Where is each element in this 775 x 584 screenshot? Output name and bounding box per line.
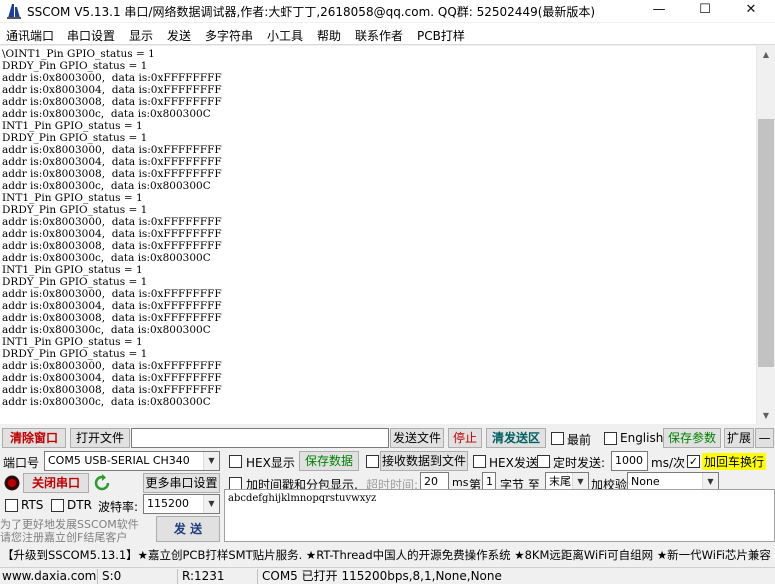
collapse-button[interactable]: — [755, 428, 774, 448]
recv-to-file-checkbox[interactable] [366, 455, 379, 468]
chevron-down-icon[interactable]: ▼ [203, 452, 219, 470]
baud-label: 波特率: [98, 500, 139, 514]
byte-end-value: 末尾 [549, 475, 571, 488]
window-title: SSCOM V5.13.1 串口/网络数据调试器,作者:大虾丁丁,2618058… [27, 5, 596, 19]
menu-pcb-proofing[interactable]: PCB打样 [417, 27, 465, 44]
minimize-button[interactable]: — [636, 0, 682, 22]
timeout-unit: ms [452, 476, 469, 489]
close-button[interactable]: ✕ [728, 0, 774, 22]
promo-line-2: 请您注册嘉立创F结尾客户 [0, 531, 128, 544]
refresh-icon[interactable] [93, 474, 111, 492]
interval-unit: ms/次 [651, 456, 685, 470]
add-crlf-checkbox[interactable]: ✓ [687, 455, 700, 468]
website-link[interactable]: www.daxia.com [0, 569, 98, 584]
status-bar: www.daxia.com S:0 R:1231 COM5 已打开 115200… [0, 567, 775, 584]
send-file-button[interactable]: 发送文件 [390, 428, 444, 448]
more-port-settings-button[interactable]: 更多串口设置 [143, 473, 220, 493]
menu-send[interactable]: 发送 [167, 27, 191, 44]
file-path-input[interactable] [131, 428, 389, 448]
ticker-text: 【升级到SSCOM5.13.1】★嘉立创PCB打样SMT贴片服务. ★RT-Th… [2, 548, 771, 562]
add-crlf-label: 加回车换行 [702, 453, 767, 470]
topmost-label: 最前 [567, 433, 592, 447]
baud-select[interactable]: 115200 ▼ [143, 494, 220, 514]
baud-value: 115200 [147, 497, 189, 510]
english-label: English [620, 431, 664, 445]
timed-send-checkbox[interactable] [537, 455, 550, 468]
interval-input[interactable]: 1000 [611, 451, 648, 471]
menu-help[interactable]: 帮助 [317, 27, 341, 44]
received-count: R:1231 [180, 569, 258, 584]
maximize-button[interactable]: ☐ [682, 0, 728, 22]
title-bar: SSCOM V5.13.1 串口/网络数据调试器,作者:大虾丁丁,2618058… [0, 0, 775, 22]
send-textarea[interactable]: abcdefghijklmnopqrstuvwxyz [224, 489, 775, 542]
hex-display-label: HEX显示 [246, 456, 295, 470]
hex-send-checkbox[interactable] [473, 455, 486, 468]
sscom-app-icon [7, 4, 21, 19]
open-file-button[interactable]: 打开文件 [70, 428, 130, 448]
close-port-button[interactable]: 关闭串口 [23, 473, 89, 493]
scroll-down-arrow-icon[interactable]: ▼ [757, 407, 775, 424]
recv-to-file-button[interactable]: 接收数据到文件 [380, 451, 468, 471]
stop-button[interactable]: 停止 [448, 428, 482, 448]
terminal-scrollbar[interactable]: ▲ ▼ [756, 46, 775, 424]
send-text: abcdefghijklmnopqrstuvwxyz [228, 493, 377, 504]
menu-contact-author[interactable]: 联系作者 [355, 27, 403, 44]
menu-serial-settings[interactable]: 串口设置 [67, 27, 115, 44]
save-data-button[interactable]: 保存数据 [299, 451, 359, 471]
english-checkbox[interactable] [604, 432, 617, 445]
scrollbar-thumb[interactable] [758, 119, 774, 367]
rts-label: RTS [21, 498, 44, 512]
sent-count: S:0 [100, 569, 178, 584]
clear-window-button[interactable]: 清除窗口 [2, 428, 66, 448]
save-params-button[interactable]: 保存参数 [663, 428, 721, 448]
clear-send-button[interactable]: 清发送区 [486, 428, 546, 448]
menu-bar: 通讯端口 串口设置 显示 发送 多字符串 小工具 帮助 联系作者 PCB打样 [0, 23, 775, 45]
receive-terminal[interactable]: \OINT1_Pin GPIO_status = 1 DRDY_Pin GPIO… [0, 46, 756, 424]
hex-display-checkbox[interactable] [229, 455, 242, 468]
topmost-checkbox[interactable] [551, 432, 564, 445]
port-select[interactable]: COM5 USB-SERIAL CH340 ▼ [44, 451, 220, 471]
timed-send-label: 定时发送: [553, 456, 606, 470]
receive-text: \OINT1_Pin GPIO_status = 1 DRDY_Pin GPIO… [2, 48, 222, 408]
port-status-light-icon [4, 475, 20, 491]
scroll-up-arrow-icon[interactable]: ▲ [757, 46, 775, 63]
port-value: COM5 USB-SERIAL CH340 [48, 454, 190, 467]
dtr-checkbox[interactable] [51, 499, 64, 512]
rts-checkbox[interactable] [5, 499, 18, 512]
hex-send-label: HEX发送 [489, 456, 538, 470]
promo-ticker[interactable]: 【升级到SSCOM5.13.1】★嘉立创PCB打样SMT贴片服务. ★RT-Th… [0, 545, 775, 565]
menu-tools[interactable]: 小工具 [267, 27, 303, 44]
menu-display[interactable]: 显示 [129, 27, 153, 44]
chevron-down-icon[interactable]: ▼ [203, 495, 219, 513]
port-status-text: COM5 已打开 115200bps,8,1,None,None [262, 569, 502, 583]
port-label: 端口号 [3, 456, 40, 470]
menu-comm-port[interactable]: 通讯端口 [6, 27, 54, 44]
checksum-value: None [631, 475, 660, 488]
dtr-label: DTR [67, 498, 92, 512]
send-button[interactable]: 发 送 [156, 516, 220, 542]
menu-multi-string[interactable]: 多字符串 [205, 27, 253, 44]
expand-button[interactable]: 扩展 [724, 428, 754, 448]
